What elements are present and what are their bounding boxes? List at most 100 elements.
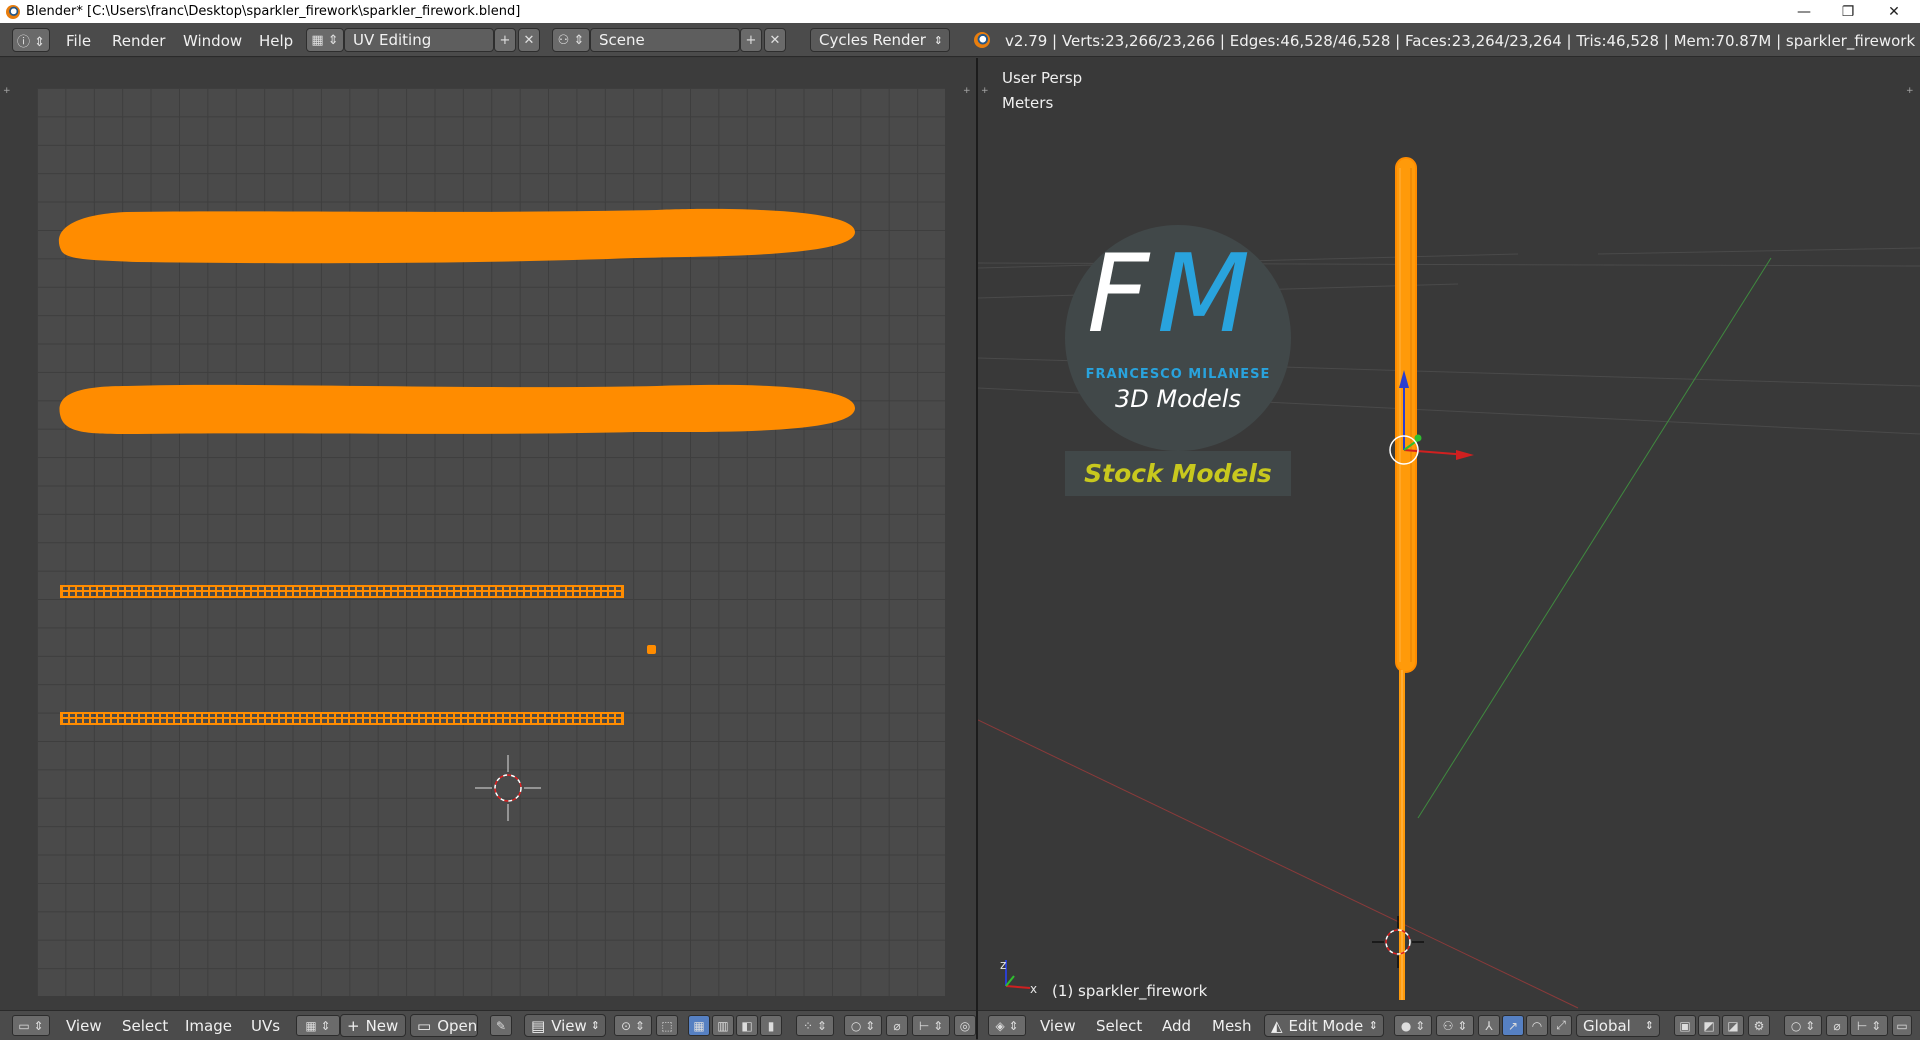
uv-island-stick-2[interactable]	[60, 712, 624, 725]
uv-menu-view[interactable]: View	[66, 1017, 102, 1035]
pin-icon[interactable]: ✎	[490, 1015, 512, 1036]
3d-cursor-icon	[1372, 916, 1424, 968]
uv-menu-image[interactable]: Image	[185, 1017, 232, 1035]
proportional-edit-icon[interactable]: ○ ⇕	[844, 1015, 882, 1036]
proportional-editing-icon[interactable]: ○ ⇕	[1784, 1015, 1822, 1036]
restore-button[interactable]: ❐	[1826, 0, 1870, 23]
render-engine-label: Cycles Render	[819, 31, 926, 49]
vertex-select-mode-icon[interactable]: ▣	[1674, 1015, 1696, 1036]
logo-letter-m: M	[1157, 232, 1251, 357]
view3d-menu-select[interactable]: Select	[1096, 1017, 1142, 1035]
minimize-button[interactable]: —	[1782, 0, 1826, 23]
island-select-icon[interactable]: ▮	[760, 1015, 782, 1036]
axis-z-label: z	[1000, 958, 1007, 972]
watermark-banner: Stock Models	[1065, 451, 1291, 496]
uv-island-sparkle-2[interactable]	[59, 384, 856, 434]
uv-island-stick-1[interactable]	[60, 585, 624, 598]
snap-element-icon[interactable]: ⊢ ⇕	[912, 1015, 950, 1036]
sticky-select-icon[interactable]: ⁘ ⇕	[796, 1015, 834, 1036]
new-image-button[interactable]: + New	[340, 1014, 406, 1037]
pivot-icon[interactable]: ⊙ ⇕	[614, 1015, 652, 1036]
menu-help[interactable]: Help	[259, 32, 293, 50]
viewport-scene[interactable]	[978, 58, 1920, 1010]
info-header: ⓘ ⇕ File Render Window Help ▦ ⇕ UV Editi…	[0, 23, 1920, 57]
x-axis-line	[978, 719, 1579, 1009]
scale-manipulator-icon[interactable]: ⤢	[1550, 1015, 1572, 1036]
face-select-icon[interactable]: ◧	[736, 1015, 758, 1036]
image-view-select[interactable]: ▤ View ⇕	[524, 1014, 606, 1037]
opengl-render-icon[interactable]: ▭	[1892, 1015, 1912, 1036]
watermark-logo: F M FRANCESCO MILANESE 3D Models	[1065, 225, 1291, 451]
2d-cursor-icon	[475, 755, 541, 821]
interaction-mode-select[interactable]: ◭ Edit Mode ⇕	[1264, 1014, 1384, 1037]
blender-logo-icon	[974, 32, 990, 48]
view3d-menu-add[interactable]: Add	[1162, 1017, 1191, 1035]
edge-select-mode-icon[interactable]: ◩	[1698, 1015, 1720, 1036]
uv-menu-select[interactable]: Select	[122, 1017, 168, 1035]
screen-layout-icon[interactable]: ▦ ⇕	[306, 28, 344, 52]
uv-grid[interactable]	[37, 88, 945, 996]
screen-layout-field[interactable]: UV Editing	[344, 28, 494, 52]
view3d-menu-mesh[interactable]: Mesh	[1212, 1017, 1252, 1035]
uv-islands[interactable]	[37, 88, 945, 996]
snap-icon[interactable]: ⌀	[1826, 1015, 1848, 1036]
window-titlebar: Blender* [C:\Users\franc\Desktop\sparkle…	[0, 0, 1920, 23]
remove-layout-icon[interactable]: ✕	[518, 28, 540, 52]
editor-type-info-icon[interactable]: ⓘ ⇕	[12, 28, 50, 52]
uv-image-editor[interactable]: + +	[0, 58, 976, 1010]
uv-island-tip[interactable]	[647, 645, 656, 654]
uv-editor-header: ▭ ⇕ View Select Image UVs ▦ ⇕ + New ▭ Op…	[0, 1010, 976, 1040]
logo-name: FRANCESCO MILANESE	[1085, 367, 1271, 382]
rotate-manipulator-icon[interactable]: ◠	[1526, 1015, 1548, 1036]
chevron-updown-icon: ⇕	[933, 33, 943, 47]
add-layout-icon[interactable]: +	[494, 28, 516, 52]
add-scene-icon[interactable]: +	[740, 28, 762, 52]
edge-select-icon[interactable]: ▥	[712, 1015, 734, 1036]
scene-stats: v2.79 | Verts:23,266/23,266 | Edges:46,5…	[1005, 32, 1916, 50]
uv-island-sparkle-1[interactable]	[58, 208, 855, 264]
uv-sculpt-icon[interactable]: ◎	[954, 1015, 976, 1036]
manipulator-toggle-icon[interactable]: ⅄	[1478, 1015, 1500, 1036]
sparkler-object[interactable]	[1395, 157, 1417, 1000]
view-name: User Persp	[1002, 69, 1083, 87]
viewport-shading-icon[interactable]: ● ⇕	[1394, 1015, 1432, 1036]
3d-view-header: ◈ ⇕ View Select Add Mesh ◭ Edit Mode ⇕ ●…	[978, 1010, 1920, 1040]
y-axis-line	[1417, 257, 1772, 819]
pivot-point-icon[interactable]: ⚇ ⇕	[1436, 1015, 1474, 1036]
face-select-mode-icon[interactable]: ◪	[1722, 1015, 1744, 1036]
limit-to-visible-icon[interactable]: ⚙	[1748, 1015, 1770, 1036]
axis-x-label: x	[1030, 982, 1038, 996]
editor-type-image-icon[interactable]: ▭ ⇕	[12, 1015, 50, 1036]
open-image-button[interactable]: ▭ Open	[410, 1014, 478, 1037]
menu-file[interactable]: File	[66, 32, 91, 50]
scene-icon[interactable]: ⚇ ⇕	[552, 28, 590, 52]
panel-expand-icon[interactable]: +	[963, 86, 971, 96]
view3d-menu-view[interactable]: View	[1040, 1017, 1076, 1035]
close-button[interactable]: ✕	[1872, 0, 1916, 23]
uv-menu-uvs[interactable]: UVs	[251, 1017, 280, 1035]
panel-expand-icon[interactable]: +	[3, 86, 11, 96]
render-engine-select[interactable]: Cycles Render ⇕	[810, 28, 950, 52]
vertex-select-icon[interactable]: ▦	[688, 1015, 710, 1036]
sync-selection-icon[interactable]: ⬚	[656, 1015, 678, 1036]
transform-orientation-label: Global	[1583, 1016, 1631, 1035]
axis-orientation-icon	[1005, 960, 1031, 989]
menu-render[interactable]: Render	[112, 32, 165, 50]
panel-expand-icon[interactable]: +	[981, 86, 989, 96]
new-image-label: New	[365, 1016, 399, 1035]
snap-toggle-icon[interactable]: ⌀	[886, 1015, 908, 1036]
image-browse-icon[interactable]: ▦ ⇕	[296, 1015, 340, 1036]
translate-manipulator-icon[interactable]: ↗	[1502, 1015, 1524, 1036]
scene-field[interactable]: Scene	[590, 28, 740, 52]
3d-viewport[interactable]: z x + + User Persp Meters (1) sparkler_f…	[978, 58, 1920, 1010]
chevron-updown-icon: ⇕	[590, 1019, 600, 1032]
logo-subtitle: 3D Models	[1115, 385, 1241, 413]
chevron-updown-icon: ⇕	[1368, 1019, 1378, 1032]
transform-orientation-select[interactable]: Global ⇕	[1576, 1014, 1660, 1037]
image-view-label: View	[551, 1016, 587, 1035]
menu-window[interactable]: Window	[183, 32, 242, 50]
panel-expand-icon[interactable]: +	[1906, 86, 1914, 96]
snap-element-icon[interactable]: ⊢ ⇕	[1850, 1015, 1888, 1036]
remove-scene-icon[interactable]: ✕	[764, 28, 786, 52]
editor-type-3d-icon[interactable]: ◈ ⇕	[988, 1015, 1026, 1036]
